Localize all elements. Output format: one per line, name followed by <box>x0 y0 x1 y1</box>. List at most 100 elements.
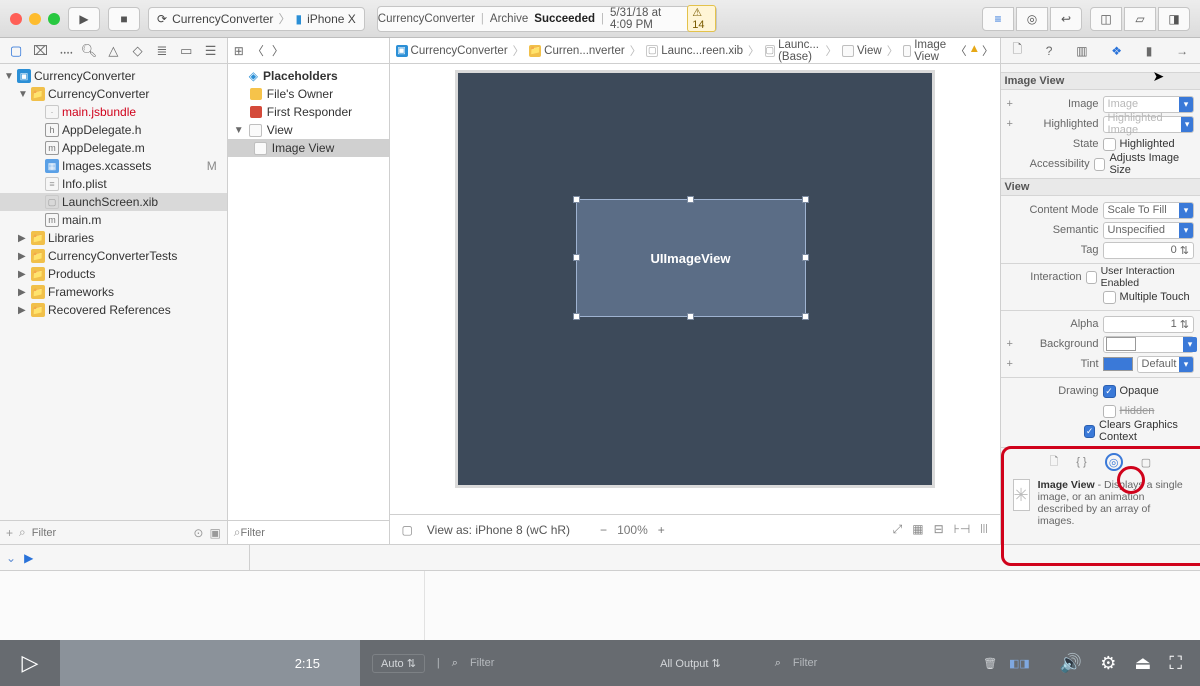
align-icon[interactable]: ▦ <box>912 522 923 537</box>
video-progress[interactable]: 2:15 <box>60 640 360 686</box>
device-bar-icon[interactable]: ▢ <box>402 523 413 537</box>
debug-disclosure-icon[interactable]: ⌄ <box>6 551 16 565</box>
state-highlighted-checkbox[interactable] <box>1103 138 1116 151</box>
issue-nav-tab[interactable]: △ <box>104 43 122 59</box>
accessibility-checkbox[interactable] <box>1094 158 1106 171</box>
jump-seg-project[interactable]: ▣CurrencyConverter <box>396 45 508 57</box>
multiple-touch-checkbox[interactable] <box>1103 291 1116 304</box>
outline-first-responder[interactable]: First Responder <box>228 103 389 121</box>
resize-handle[interactable] <box>687 313 694 320</box>
warnings-badge[interactable]: ⚠ 14 <box>687 5 715 32</box>
outline-view[interactable]: ▼View <box>228 121 389 139</box>
connections-inspector-tab[interactable]: → <box>1176 44 1188 58</box>
find-nav-tab[interactable]: 🔍︎ <box>80 43 98 59</box>
image-combobox[interactable]: Image <box>1103 96 1194 113</box>
toggle-navigator[interactable]: ◫ <box>1090 7 1122 31</box>
resize-handle[interactable] <box>573 196 580 203</box>
play-button[interactable]: ▷ <box>0 650 60 676</box>
scm-filter-icon[interactable]: ▣ <box>209 526 220 540</box>
tree-group[interactable]: ▼📁CurrencyConverter <box>0 85 227 103</box>
jump-seg-file[interactable]: ▢Launc...reen.xib <box>646 45 743 57</box>
test-nav-tab[interactable]: ◇ <box>129 43 147 59</box>
volume-icon[interactable]: 🔊 <box>1060 653 1082 674</box>
outline-image-view[interactable]: Image View <box>228 139 389 157</box>
airplay-icon[interactable]: ⏏ <box>1134 653 1151 674</box>
standard-editor[interactable]: ≡ <box>982 7 1014 31</box>
uiimageview-selection[interactable]: UIImageView <box>576 199 806 317</box>
content-mode-select[interactable]: Scale To Fill <box>1103 202 1194 219</box>
resize-handle[interactable] <box>687 196 694 203</box>
back-icon[interactable]: 〈 <box>252 42 264 59</box>
zoom-out[interactable]: − <box>600 523 607 537</box>
fullscreen-icon[interactable]: ⛶ <box>1169 653 1182 674</box>
file-template-tab[interactable]: 🗋 <box>1049 453 1058 472</box>
artboard-view[interactable]: UIImageView <box>455 70 935 488</box>
related-items-icon[interactable]: ⊞ <box>234 44 244 58</box>
debug-auto-select[interactable]: Auto ⇅ <box>372 654 425 673</box>
help-inspector-tab[interactable]: ? <box>1046 44 1053 58</box>
run-button[interactable]: ▶ <box>68 7 100 31</box>
navigator-filter-input[interactable] <box>32 527 188 539</box>
project-nav-tab[interactable]: ▢ <box>7 43 25 59</box>
attributes-inspector-tab[interactable]: ❖ <box>1111 44 1122 58</box>
stop-button[interactable]: ■ <box>108 7 140 31</box>
identity-inspector-tab[interactable]: ▥ <box>1076 44 1087 58</box>
jump-seg-group[interactable]: 📁Curren...nverter <box>529 45 625 57</box>
debug-output-select[interactable]: All Output ⇅ <box>660 657 721 670</box>
jump-seg-view[interactable]: View <box>842 45 882 57</box>
tree-folder-tests[interactable]: ▶📁CurrencyConverterTests <box>0 247 227 265</box>
forward-icon[interactable]: 〉 <box>272 42 284 59</box>
minimize-window[interactable] <box>29 13 41 25</box>
scheme-selector[interactable]: ⟳ CurrencyConverter 〉 ▮ iPhone X <box>148 7 365 31</box>
tree-file-main-m[interactable]: mmain.m <box>0 211 227 229</box>
report-nav-tab[interactable]: ☰ <box>202 43 220 59</box>
background-color[interactable] <box>1103 336 1194 353</box>
breakpoint-toggle-icon[interactable]: ▶ <box>24 551 33 565</box>
source-control-tab[interactable]: ⌧ <box>31 43 49 59</box>
file-inspector-tab[interactable]: 🗋 <box>1012 40 1022 61</box>
settings-icon[interactable]: ⚙ <box>1100 653 1116 674</box>
tree-file-images-xcassets[interactable]: ▦Images.xcassetsM <box>0 157 227 175</box>
debug-filter-2[interactable]: Filter <box>793 657 817 669</box>
jump-warning-icon[interactable]: ▲ <box>969 43 980 59</box>
symbol-nav-tab[interactable]: ᠁ <box>56 39 74 62</box>
zoom-window[interactable] <box>48 13 60 25</box>
user-interaction-checkbox[interactable] <box>1086 271 1097 284</box>
debug-nav-tab[interactable]: ≣ <box>153 43 171 59</box>
toggle-debug[interactable]: ▱ <box>1124 7 1156 31</box>
jump-seg-base[interactable]: ▢Launc...(Base) <box>765 39 821 63</box>
tree-folder-products[interactable]: ▶📁Products <box>0 265 227 283</box>
clears-graphics-checkbox[interactable]: ✓ <box>1084 425 1095 438</box>
outline-files-owner[interactable]: File's Owner <box>228 85 389 103</box>
highlighted-combobox[interactable]: Highlighted Image <box>1103 116 1194 133</box>
library-item-imageview[interactable]: ✳︎ Image View - Displays a single image,… <box>1007 473 1194 533</box>
resize-handle[interactable] <box>802 254 809 261</box>
outline-filter-input[interactable] <box>241 527 383 539</box>
ib-canvas[interactable]: UIImageView <box>390 64 1000 514</box>
debug-filter-1[interactable]: Filter <box>470 657 494 669</box>
object-library-tab[interactable]: ◎ <box>1105 453 1123 471</box>
tree-file-launchscreen[interactable]: ▢LaunchScreen.xib <box>0 193 227 211</box>
tree-folder-recovered[interactable]: ▶📁Recovered References <box>0 301 227 319</box>
size-inspector-tab[interactable]: ▮ <box>1146 44 1153 58</box>
code-snippet-tab[interactable]: { } <box>1076 456 1086 468</box>
activity-status[interactable]: CurrencyConverter | Archive Succeeded | … <box>377 6 717 32</box>
pin-icon[interactable]: ⊟ <box>934 522 944 537</box>
assistant-editor[interactable]: ◎ <box>1016 7 1048 31</box>
jump-seg-imageview[interactable]: Image View <box>903 39 950 63</box>
resolve-icon[interactable]: ⊦⊣ <box>954 522 971 537</box>
trash-icon[interactable]: 🗑 <box>983 657 997 670</box>
semantic-select[interactable]: Unspecified <box>1103 222 1194 239</box>
resize-handle[interactable] <box>573 313 580 320</box>
split-icon[interactable]: ◧◨ <box>1009 657 1030 670</box>
hidden-checkbox[interactable] <box>1103 405 1116 418</box>
tree-project-root[interactable]: ▼▣CurrencyConverter <box>0 67 227 85</box>
toggle-inspector[interactable]: ◨ <box>1158 7 1190 31</box>
stack-icon[interactable]: ꔖ <box>980 522 987 537</box>
tree-file-info-plist[interactable]: ≡Info.plist <box>0 175 227 193</box>
recent-filter-icon[interactable]: ⊙ <box>193 526 203 540</box>
tree-folder-libraries[interactable]: ▶📁Libraries <box>0 229 227 247</box>
embed-icon[interactable]: ⤢ <box>893 522 903 537</box>
tree-file-mainjsbundle[interactable]: ·main.jsbundle <box>0 103 227 121</box>
version-editor[interactable]: ↩ <box>1050 7 1082 31</box>
